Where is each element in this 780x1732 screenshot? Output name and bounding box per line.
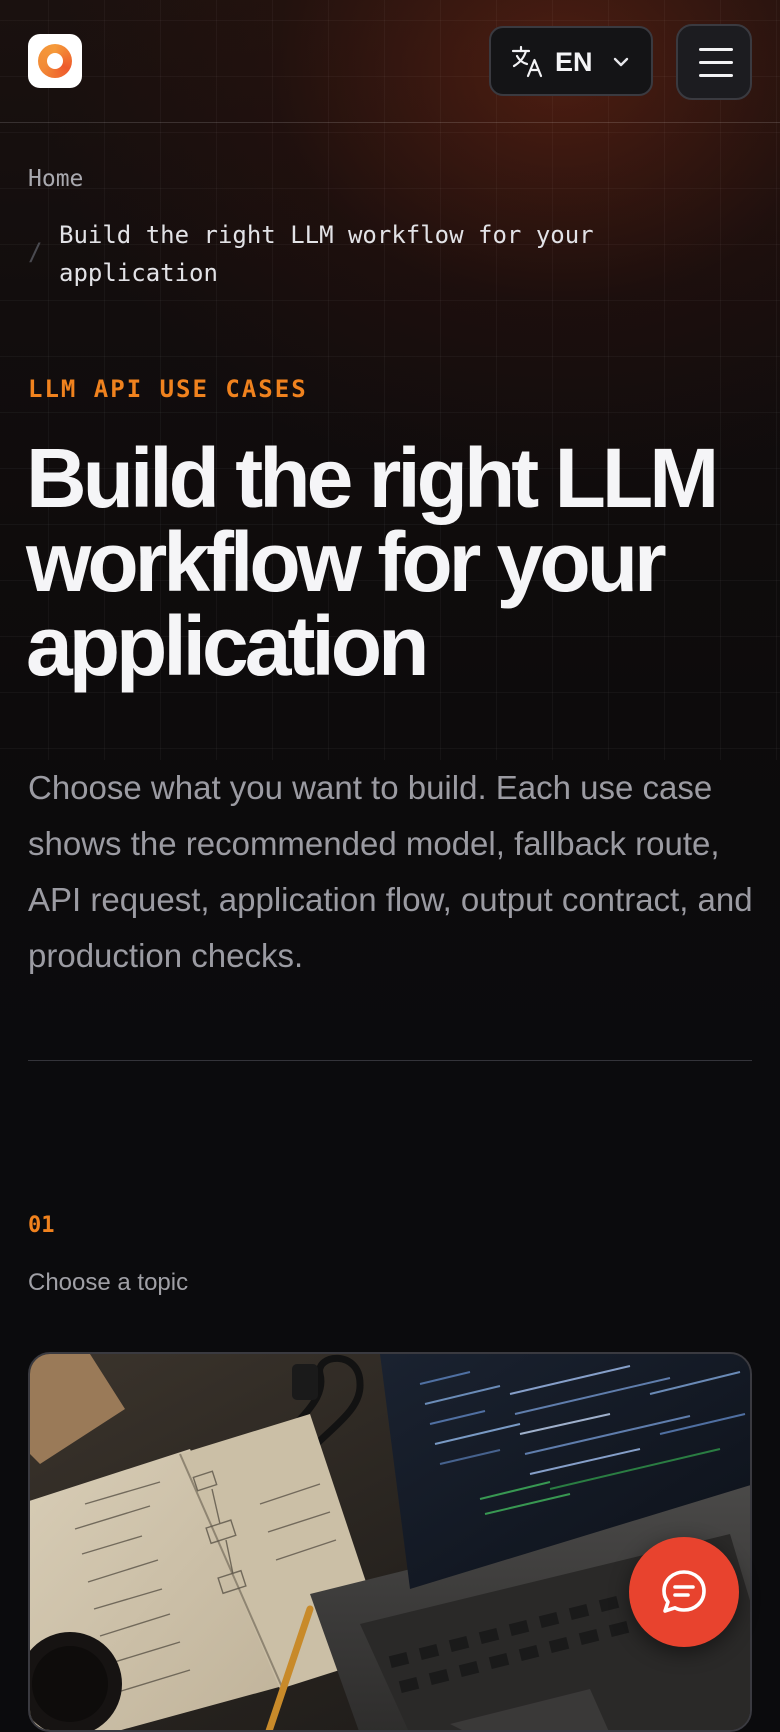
chat-bubble-icon <box>662 1570 706 1613</box>
section-eyebrow: LLM API USE CASES <box>28 375 308 403</box>
menu-bar-top <box>699 48 733 51</box>
section-divider <box>28 1060 752 1061</box>
language-code: EN <box>555 47 593 77</box>
menu-bar-middle <box>699 61 733 64</box>
page-description: Choose what you want to build. Each use … <box>28 769 753 974</box>
brand-logo[interactable] <box>28 34 82 88</box>
topic-card-image <box>30 1354 750 1730</box>
step-number: 01 <box>28 1213 55 1238</box>
language-selector[interactable]: EN <box>489 26 653 96</box>
chat-button[interactable] <box>629 1537 739 1647</box>
chevron-down-icon <box>613 57 629 67</box>
step-label: Choose a topic <box>28 1269 189 1296</box>
top-header: EN <box>0 0 780 123</box>
breadcrumb-home-link[interactable]: Home <box>28 164 83 194</box>
topic-card[interactable] <box>28 1352 752 1732</box>
page-title: Build the right LLM workflow for your ap… <box>26 431 719 693</box>
menu-bar-bottom <box>699 74 733 77</box>
breadcrumb-current-page: Build the right LLM workflow for your ap… <box>59 221 594 287</box>
breadcrumb-separator: / <box>28 238 43 266</box>
logo-ring-icon <box>38 44 72 78</box>
hamburger-menu-button[interactable] <box>676 24 752 100</box>
translate-icon <box>511 45 543 78</box>
